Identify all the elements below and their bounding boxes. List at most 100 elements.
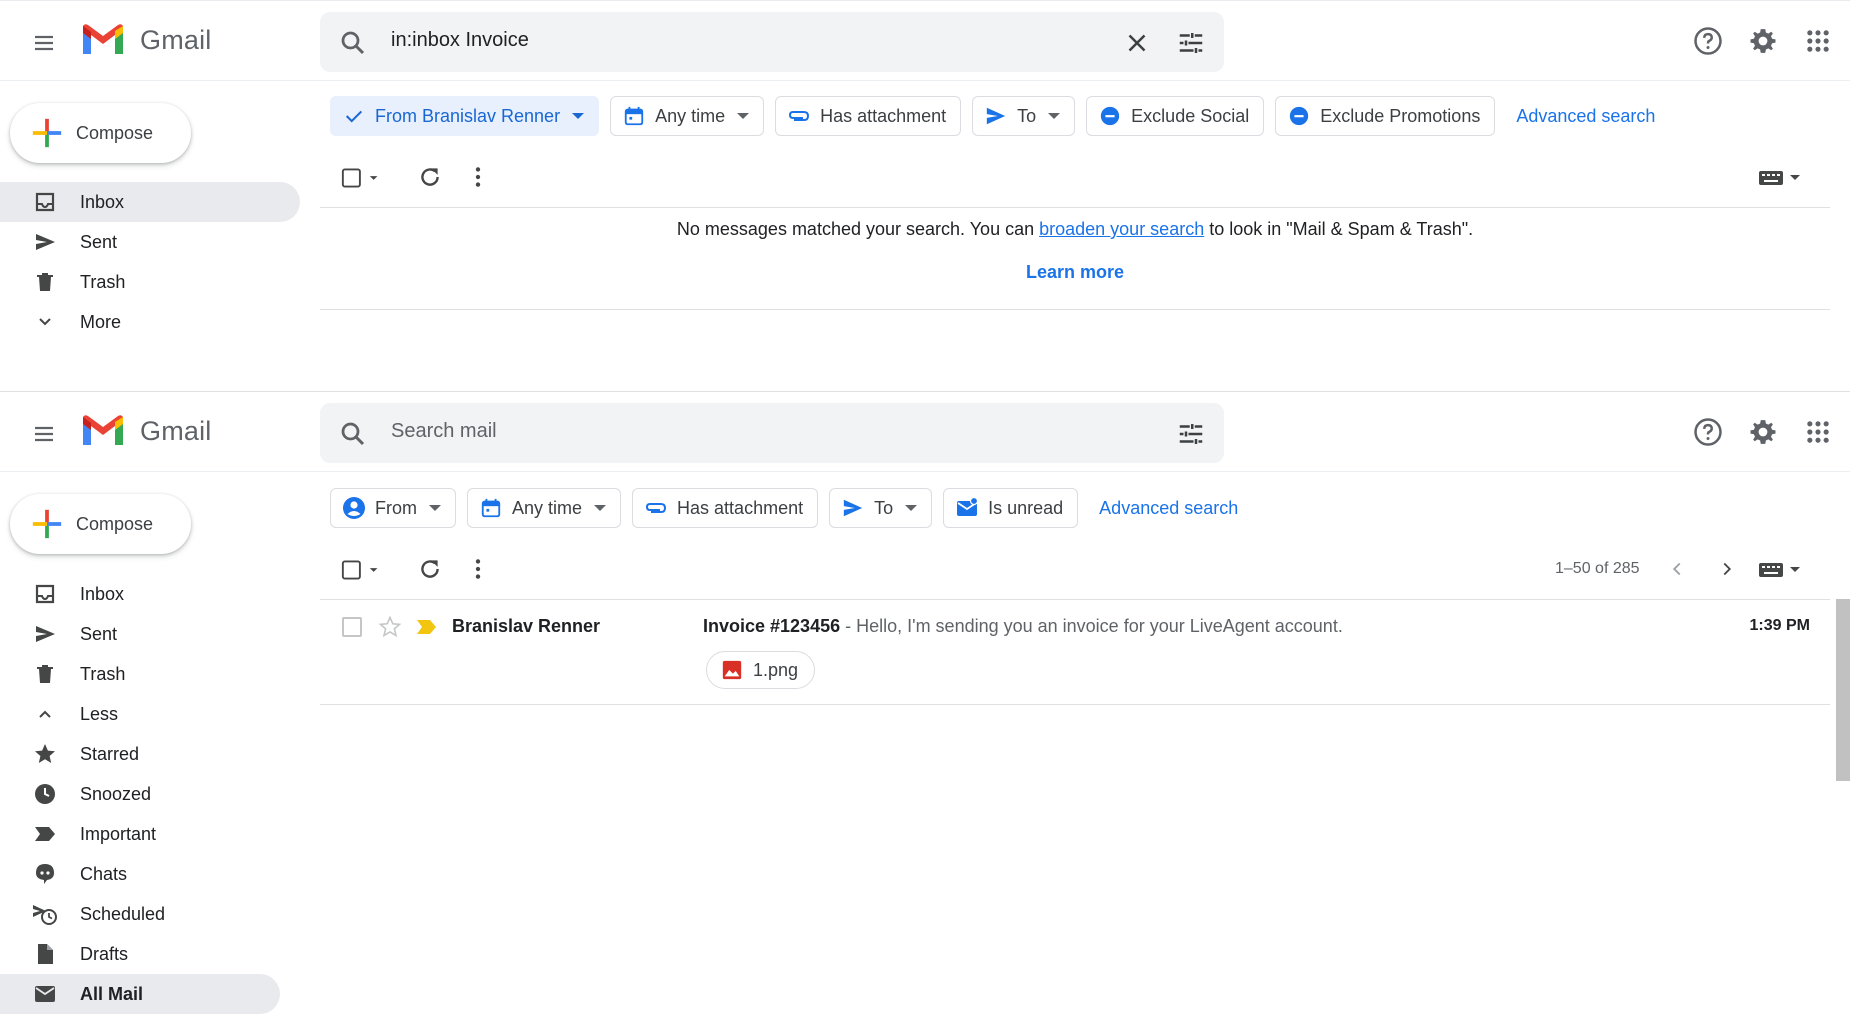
sidebar-item-all-mail[interactable]: All Mail	[0, 974, 280, 1014]
sidebar-item-label: Starred	[80, 743, 140, 764]
search-options-button[interactable]	[1176, 419, 1206, 449]
sidebar-item-important[interactable]: Important	[0, 814, 300, 854]
apps-button[interactable]	[1800, 23, 1836, 59]
sidebar-item-sent[interactable]: Sent	[0, 222, 300, 262]
important-icon	[417, 620, 436, 634]
no-results-message: No messages matched your search. You can…	[320, 219, 1830, 240]
top-bar: Gmail	[0, 1, 1850, 81]
message-sender: Branislav Renner	[452, 616, 601, 636]
calendar-icon	[621, 103, 647, 129]
message-snippet: - Hello, I'm sending you an invoice for …	[840, 616, 1343, 636]
sidebar-item-trash[interactable]: Trash	[0, 654, 300, 694]
caret-down-icon	[429, 505, 441, 511]
input-tools-button[interactable]	[1755, 554, 1805, 584]
search-button[interactable]	[338, 419, 368, 449]
sidebar-item-snoozed[interactable]: Snoozed	[0, 774, 300, 814]
exclude-promotions-chip[interactable]: Exclude Promotions	[1275, 96, 1496, 136]
sidebar-item-label: Sent	[80, 623, 118, 644]
gear-icon	[1750, 420, 1776, 444]
chip-label: Has attachment	[677, 497, 804, 518]
sidebar-nav: Inbox Sent Trash Less Starred Snoozed Im…	[0, 574, 300, 1014]
sidebar-item-drafts[interactable]: Drafts	[0, 934, 300, 974]
main-menu-button[interactable]	[24, 414, 64, 454]
chevron-right-icon	[1723, 562, 1732, 576]
settings-button[interactable]	[1745, 414, 1781, 450]
important-marker[interactable]	[416, 617, 438, 642]
search-bar	[320, 403, 1224, 463]
sidebar-item-chats[interactable]: Chats	[0, 854, 300, 894]
clear-search-button[interactable]	[1122, 28, 1152, 58]
compose-button[interactable]: Compose	[10, 494, 191, 554]
sidebar-item-trash[interactable]: Trash	[0, 262, 300, 302]
message-subject: Invoice #123456	[703, 616, 841, 636]
minus-circle-icon	[1286, 103, 1312, 129]
search-button[interactable]	[338, 28, 368, 58]
sidebar-item-sent[interactable]: Sent	[0, 614, 300, 654]
refresh-button[interactable]	[414, 161, 446, 193]
trash-icon	[32, 661, 58, 687]
select-all-checkbox[interactable]	[340, 557, 380, 583]
sidebar-item-inbox[interactable]: Inbox	[0, 182, 300, 222]
select-all-checkbox[interactable]	[340, 165, 380, 191]
send-icon	[840, 495, 866, 521]
learn-more-link[interactable]: Learn more	[1026, 262, 1124, 283]
exclude-social-chip[interactable]: Exclude Social	[1086, 96, 1265, 136]
row-checkbox[interactable]	[342, 617, 362, 637]
sidebar-item-label: Snoozed	[80, 783, 152, 804]
attachment-chip[interactable]: 1.png	[706, 651, 816, 689]
any-time-chip[interactable]: Any time	[467, 488, 622, 528]
send-icon	[983, 103, 1009, 129]
gmail-logo[interactable]: Gmail	[80, 23, 212, 57]
star-button[interactable]	[378, 615, 402, 644]
has-attachment-chip[interactable]: Has attachment	[632, 488, 819, 528]
to-chip[interactable]: To	[829, 488, 933, 528]
sidebar-item-starred[interactable]: Starred	[0, 734, 300, 774]
sidebar-item-inbox[interactable]: Inbox	[0, 574, 300, 614]
gmail-search-results-pane: Gmail Compose Inb	[0, 0, 1850, 390]
older-page-button[interactable]	[1712, 554, 1742, 584]
advanced-search-link[interactable]: Advanced search	[1516, 106, 1655, 127]
more-options-button[interactable]	[462, 553, 494, 585]
gmail-m-icon	[83, 24, 123, 54]
trash-icon	[32, 269, 58, 295]
no-results-text: No messages matched your search. You can	[676, 219, 1040, 239]
from-filter-chip[interactable]: From Branislav Renner	[330, 96, 600, 136]
support-button[interactable]	[1690, 414, 1726, 450]
star-icon	[32, 741, 58, 767]
star-outline-icon	[378, 615, 402, 638]
person-icon	[341, 495, 367, 521]
to-chip[interactable]: To	[972, 96, 1076, 136]
any-time-chip[interactable]: Any time	[610, 96, 765, 136]
message-list-scrollbar[interactable]	[1836, 599, 1850, 1027]
scrollbar-thumb[interactable]	[1836, 599, 1850, 781]
list-divider	[320, 207, 1830, 208]
from-chip[interactable]: From	[330, 488, 456, 528]
table-row[interactable]: Branislav Renner Invoice #123456 - Hello…	[320, 605, 1830, 705]
compose-button[interactable]: Compose	[10, 103, 191, 163]
more-options-button[interactable]	[462, 161, 494, 193]
sidebar-item-less[interactable]: Less	[0, 694, 300, 734]
sidebar-item-scheduled[interactable]: Scheduled	[0, 894, 300, 934]
settings-button[interactable]	[1745, 23, 1781, 59]
broaden-search-link[interactable]: broaden your search	[1039, 219, 1204, 239]
gmail-logo[interactable]: Gmail	[80, 414, 212, 448]
gmail-all-mail-pane: Gmail Compose Inbox	[0, 391, 1850, 1026]
caret-down-icon	[369, 176, 378, 180]
caret-down-icon	[737, 113, 750, 119]
is-unread-chip[interactable]: Is unread	[943, 488, 1079, 528]
newer-page-button[interactable]	[1662, 554, 1692, 584]
apps-button[interactable]	[1800, 414, 1836, 450]
search-input[interactable]	[391, 29, 1071, 52]
main-menu-button[interactable]	[24, 23, 64, 63]
has-attachment-chip[interactable]: Has attachment	[775, 96, 962, 136]
search-input[interactable]	[391, 420, 1071, 443]
chip-label: To	[874, 497, 894, 518]
search-chips: From Branislav Renner Any time Has attac…	[330, 96, 1655, 136]
advanced-search-link[interactable]: Advanced search	[1099, 498, 1238, 519]
sidebar-item-more[interactable]: More	[0, 302, 300, 342]
input-tools-button[interactable]	[1755, 162, 1805, 192]
search-options-button[interactable]	[1176, 28, 1206, 58]
sidebar-item-label: Trash	[80, 271, 126, 292]
refresh-button[interactable]	[414, 553, 446, 585]
support-button[interactable]	[1690, 23, 1726, 59]
